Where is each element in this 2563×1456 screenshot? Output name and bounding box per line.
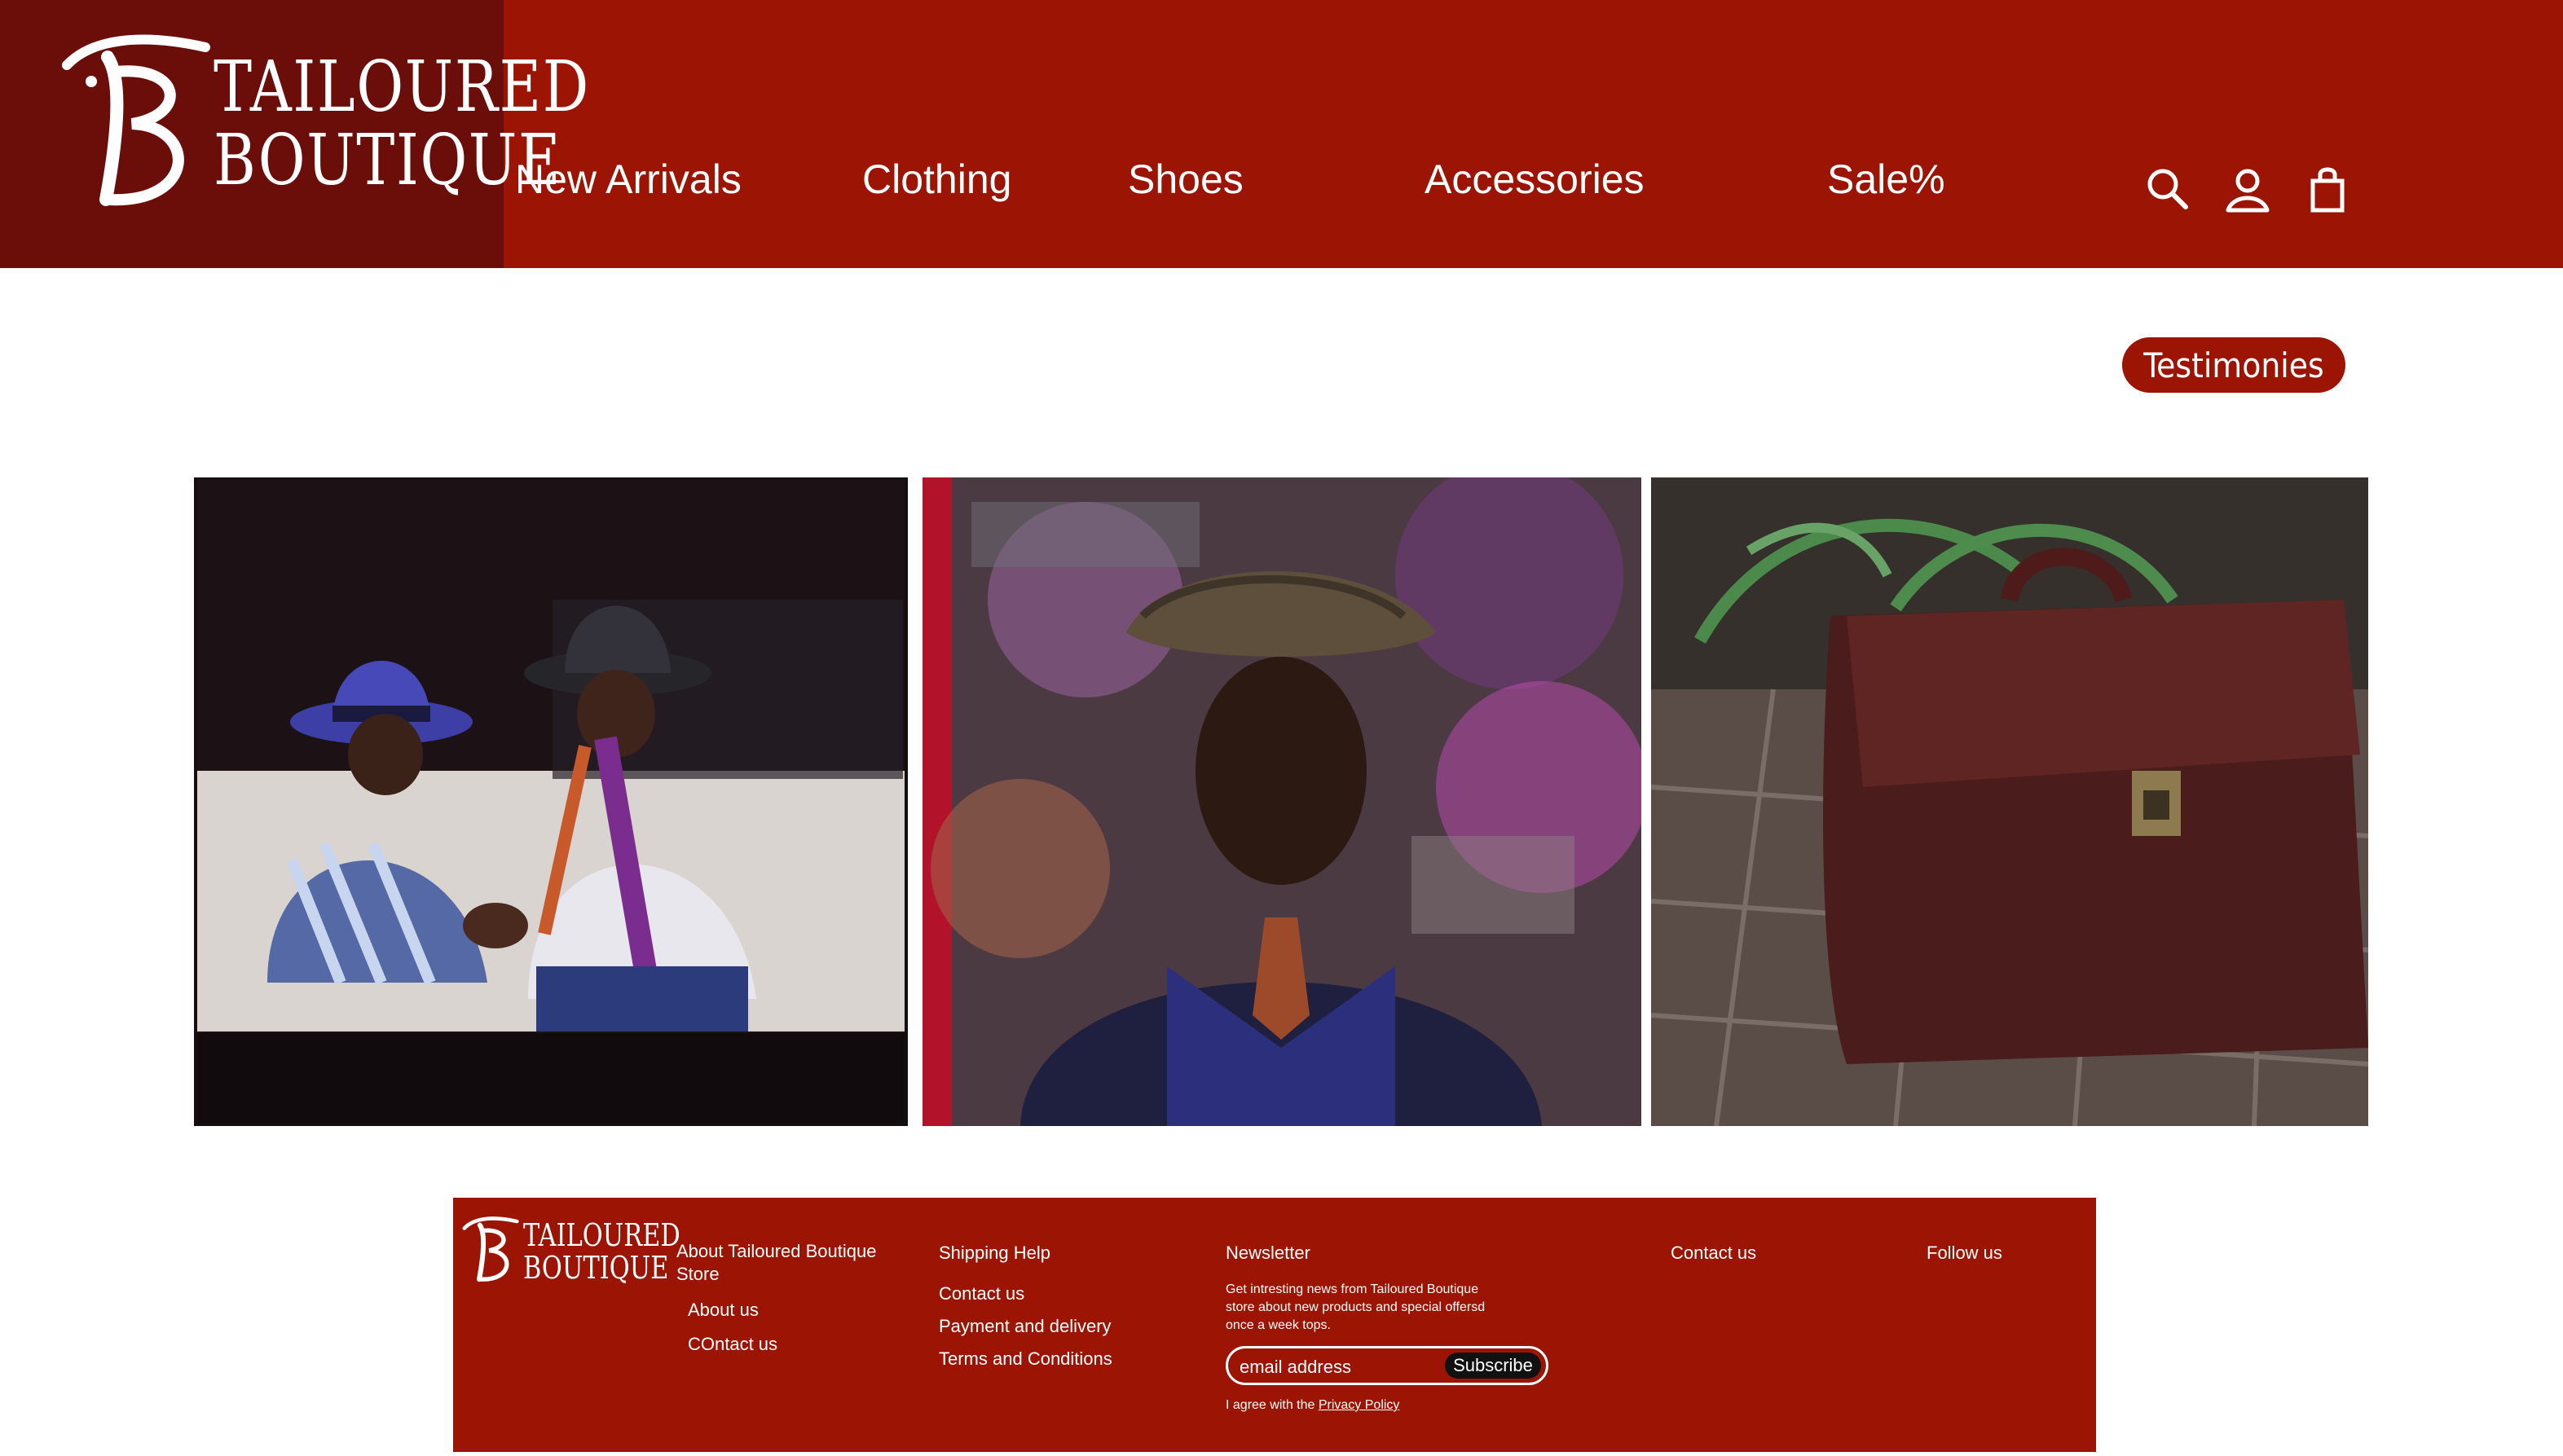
footer-shipping-heading: Shipping Help — [939, 1243, 1050, 1263]
site-header: TAILOURED BOUTIQUE New Arrivals Clothing… — [0, 0, 2563, 268]
brand-line1: TAILOURED — [214, 46, 590, 128]
shopping-bag-icon[interactable] — [2303, 163, 2352, 215]
footer-contact-heading: Contact us — [1671, 1243, 1757, 1263]
photo-two-men-hats[interactable] — [194, 477, 908, 1126]
subscribe-button[interactable]: Subscribe — [1445, 1353, 1541, 1379]
photo-man-flat-cap-image — [923, 477, 1641, 1126]
photo-man-flat-cap[interactable] — [923, 477, 1641, 1126]
privacy-policy-link[interactable]: Privacy Policy — [1319, 1398, 1400, 1412]
nav-accessories[interactable]: Accessories — [1425, 155, 1645, 204]
site-footer: TAILOURED BOUTIQUE About Tailoured Bouti… — [453, 1198, 2096, 1452]
footer-brand-line1: TAILOURED — [523, 1217, 680, 1253]
search-icon[interactable] — [2143, 163, 2192, 215]
privacy-agreement: I agree with the Privacy Policy — [1226, 1398, 1399, 1413]
footer-link-contact-us[interactable]: COntact us — [688, 1333, 777, 1356]
footer-about-heading: About Tailoured Boutique Store — [676, 1241, 877, 1284]
footer-brand-line2: BOUTIQUE — [523, 1250, 669, 1286]
testimonies-button[interactable]: Testimonies — [2122, 337, 2345, 393]
nav-clothing[interactable]: Clothing — [862, 155, 1011, 204]
footer-logo-monogram-icon — [462, 1216, 519, 1282]
brand-logo[interactable]: TAILOURED BOUTIQUE — [0, 0, 588, 268]
footer-follow-heading: Follow us — [1927, 1243, 2002, 1263]
newsletter-email-input[interactable] — [1238, 1353, 1445, 1381]
footer-link-shipping-contact[interactable]: Contact us — [939, 1282, 1024, 1305]
nav-sale[interactable]: Sale% — [1827, 155, 1945, 204]
footer-link-terms[interactable]: Terms and Conditions — [939, 1348, 1112, 1370]
newsletter-form: Subscribe — [1226, 1346, 1548, 1385]
footer-link-payment-delivery[interactable]: Payment and delivery — [939, 1315, 1112, 1338]
footer-newsletter-heading: Newsletter — [1226, 1243, 1310, 1263]
photo-two-men-hats-image — [194, 477, 908, 1126]
nav-shoes[interactable]: Shoes — [1128, 155, 1244, 204]
footer-newsletter-text: Get intresting news from Tailoured Bouti… — [1226, 1282, 1486, 1332]
nav-new-arrivals[interactable]: New Arrivals — [515, 155, 742, 204]
photo-leather-briefcase[interactable] — [1651, 477, 2368, 1126]
user-icon[interactable] — [2223, 163, 2272, 215]
footer-link-about-us[interactable]: About us — [688, 1299, 759, 1322]
privacy-agree-text: I agree with the — [1226, 1398, 1319, 1412]
photo-leather-briefcase-image — [1651, 477, 2368, 1126]
logo-monogram-icon — [62, 34, 210, 206]
